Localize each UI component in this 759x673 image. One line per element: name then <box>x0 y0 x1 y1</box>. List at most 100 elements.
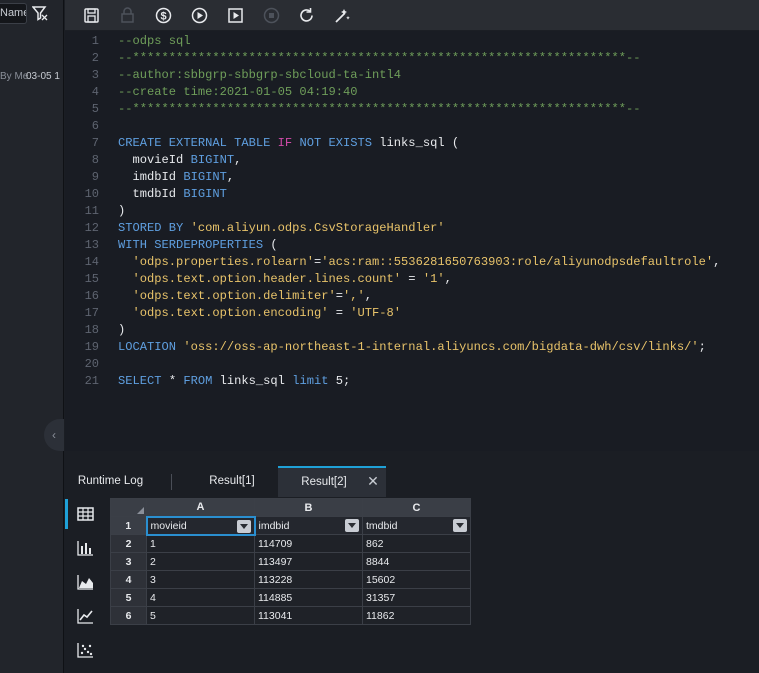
format-icon[interactable] <box>333 6 352 25</box>
code-token: 'UTF-8' <box>350 306 402 320</box>
line-number: 16 <box>84 289 99 303</box>
code-line[interactable]: --**************************************… <box>118 50 641 67</box>
close-tab-icon[interactable]: ✕ <box>363 466 383 497</box>
code-line[interactable]: SELECT * FROM links_sql limit 5; <box>118 373 350 390</box>
code-line[interactable]: 'odps.text.option.encoding' = 'UTF-8' <box>118 305 402 322</box>
panel-divider[interactable] <box>65 451 759 466</box>
line-chart-view-button[interactable] <box>65 599 108 633</box>
code-line[interactable]: --odps sql <box>118 33 191 50</box>
line-number: 7 <box>91 136 99 150</box>
scatter-chart-view-icon <box>77 643 93 658</box>
bar-chart-view-button[interactable] <box>65 531 108 565</box>
code-token: --odps sql <box>118 34 191 48</box>
header-cell-movieid[interactable]: movieid <box>145 515 256 536</box>
code-token: tmdbId <box>118 187 184 201</box>
row-number[interactable]: 5 <box>110 588 147 607</box>
table-cell[interactable]: 114709 <box>254 534 363 553</box>
code-line[interactable]: ) <box>118 203 125 220</box>
code-token: ',' <box>343 289 365 303</box>
code-line[interactable]: movieId BIGINT, <box>118 152 242 169</box>
table-cell[interactable]: 31357 <box>362 588 471 607</box>
table-cell[interactable]: 113497 <box>254 552 363 571</box>
code-line[interactable]: 'odps.text.option.delimiter'=',', <box>118 288 373 305</box>
save-icon[interactable] <box>82 6 101 25</box>
code-line[interactable]: ) <box>118 322 125 339</box>
table-cell[interactable]: 5 <box>146 606 255 625</box>
table-cell[interactable]: 113228 <box>254 570 363 589</box>
row-number[interactable]: 1 <box>110 516 147 535</box>
code-line[interactable]: --author:sbbgrp-sbbgrp-sbcloud-ta-intl4 <box>118 67 401 84</box>
column-header-b[interactable]: B <box>254 498 363 517</box>
code-token: BIGINT <box>190 153 235 167</box>
dropdown-icon[interactable] <box>453 519 467 532</box>
table-cell[interactable]: 11862 <box>362 606 471 625</box>
table-cell[interactable]: 3 <box>146 570 255 589</box>
table-cell[interactable]: 113041 <box>254 606 363 625</box>
code-token: 'odps.text.option.encoding' <box>132 306 329 320</box>
lock-icon[interactable] <box>118 6 137 25</box>
code-line[interactable]: --create time:2021-01-05 04:19:40 <box>118 84 358 101</box>
code-token: SELECT <box>118 374 169 388</box>
code-line[interactable]: LOCATION 'oss://oss-ap-northeast-1-inter… <box>118 339 706 356</box>
row-number[interactable]: 2 <box>110 534 147 553</box>
filter-icon[interactable] <box>31 5 48 21</box>
tab-result-1[interactable]: Result[1] <box>172 466 292 497</box>
row-number[interactable]: 6 <box>110 606 147 625</box>
code-line[interactable]: CREATE EXTERNAL TABLE IF NOT EXISTS link… <box>118 135 459 152</box>
select-all-corner[interactable] <box>110 498 147 517</box>
table-cell[interactable]: 1 <box>146 534 255 553</box>
code-token: 'odps.text.option.header.lines.count' <box>132 272 402 286</box>
code-token: imdbId <box>118 170 184 184</box>
table-cell[interactable]: 15602 <box>362 570 471 589</box>
code-token: links_sql <box>219 374 293 388</box>
collapse-panel-button[interactable]: ‹ <box>44 419 64 451</box>
code-line[interactable]: 'odps.text.option.header.lines.count' = … <box>118 271 452 288</box>
run-with-params-icon[interactable] <box>226 6 245 25</box>
row-number[interactable]: 3 <box>110 552 147 571</box>
reload-icon[interactable] <box>297 6 316 25</box>
table-cell[interactable]: 2 <box>146 552 255 571</box>
result-grid-area: A B C 1 movieid imdbid tmdbid 2 1 114709… <box>108 497 759 673</box>
sql-editor[interactable]: 1 2 3 4 5 6 7 8 9 10 11 12 13 14 15 16 17 18 19 20 21 --odps… <box>65 31 759 451</box>
code-line[interactable]: STORED BY 'com.aliyun.odps.CsvStorageHan… <box>118 220 445 237</box>
dropdown-icon[interactable] <box>236 519 251 533</box>
result-tabs: Runtime Log Result[1] Result[2] ✕ <box>65 466 759 497</box>
code-token: 'acs:ram::5536281650763903:role/aliyunod… <box>321 255 714 269</box>
svg-text:$: $ <box>160 11 166 23</box>
table-cell[interactable]: 114885 <box>254 588 363 607</box>
table-cell[interactable]: 4 <box>146 588 255 607</box>
header-cell-imdbid[interactable]: imdbid <box>254 516 363 535</box>
dropdown-icon[interactable] <box>345 519 359 532</box>
run-icon[interactable] <box>190 6 209 25</box>
area-chart-view-button[interactable] <box>65 565 108 599</box>
table-cell[interactable]: 862 <box>362 534 471 553</box>
line-number: 19 <box>84 340 99 354</box>
code-token: WITH SERDEPROPERTIES <box>118 238 271 252</box>
tab-result-2-label: Result[2] <box>301 476 347 488</box>
code-line[interactable]: --**************************************… <box>118 101 641 118</box>
code-token: ( <box>270 238 278 252</box>
scatter-chart-view-button[interactable] <box>65 633 108 667</box>
code-line[interactable]: WITH SERDEPROPERTIES ( <box>118 237 278 254</box>
code-line[interactable]: 'odps.properties.rolearn'='acs:ram::5536… <box>118 254 721 271</box>
cost-estimate-icon[interactable]: $ <box>154 6 173 25</box>
code-token: 'oss://oss-ap-northeast-1-internal.aliyu… <box>183 340 699 354</box>
table-view-button[interactable] <box>65 497 108 531</box>
line-number: 8 <box>91 153 99 167</box>
name-sort-chip[interactable]: Name <box>0 3 27 24</box>
table-cell[interactable]: 8844 <box>362 552 471 571</box>
code-token: = <box>401 272 423 286</box>
header-cell-tmdbid[interactable]: tmdbid <box>362 516 471 535</box>
column-header-c[interactable]: C <box>362 498 471 517</box>
tab-runtime-log[interactable]: Runtime Log <box>65 466 156 497</box>
stop-icon[interactable] <box>262 6 281 25</box>
file-list-item[interactable]: By Me 03-05 1 <box>0 71 64 85</box>
code-line[interactable]: tmdbId BIGINT <box>118 186 227 203</box>
code-area[interactable]: --odps sql --****************************… <box>118 31 759 451</box>
code-token: , <box>226 170 235 184</box>
header-cell-text: tmdbid <box>366 519 398 532</box>
column-header-a[interactable]: A <box>146 498 255 517</box>
row-number[interactable]: 4 <box>110 570 147 589</box>
code-line[interactable]: imdbId BIGINT, <box>118 169 235 186</box>
area-chart-view-icon <box>77 575 93 590</box>
